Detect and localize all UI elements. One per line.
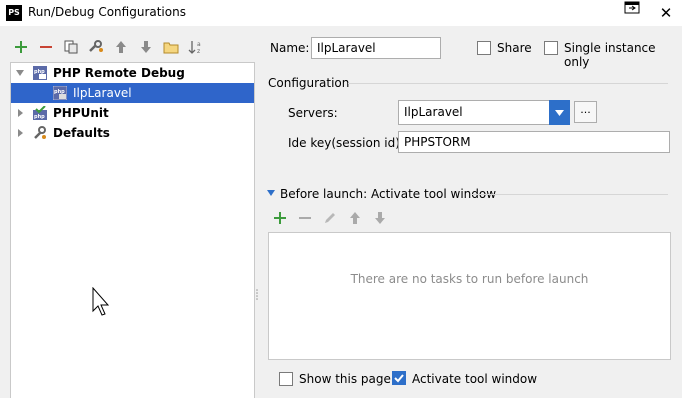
- browse-servers-button[interactable]: ...: [574, 101, 597, 123]
- share-label: Share: [497, 41, 532, 55]
- arrow-up-icon: [116, 41, 126, 53]
- chevron-down-icon: [555, 110, 564, 116]
- name-label: Name:: [270, 41, 310, 55]
- tree-item-label: Defaults: [53, 126, 110, 140]
- checkmark-icon: [394, 374, 404, 383]
- ide-key-label: Ide key(session id):: [288, 136, 404, 150]
- configurations-tree[interactable]: php PHP Remote Debug php IlpLaravel php …: [10, 62, 255, 398]
- minus-icon: [299, 217, 311, 219]
- pencil-icon: [325, 213, 335, 223]
- phpstorm-logo-icon: PS: [6, 5, 22, 21]
- remove-configuration-button[interactable]: [37, 38, 55, 56]
- before-launch-separator: [472, 194, 668, 195]
- phpunit-icon: php: [33, 106, 47, 120]
- wrench-icon: [89, 40, 103, 52]
- servers-label: Servers:: [288, 106, 338, 120]
- name-field[interactable]: IlpLaravel: [311, 37, 441, 59]
- svg-text:z: z: [197, 48, 200, 55]
- chevron-right-icon[interactable]: [15, 103, 25, 123]
- php-config-icon: php: [53, 86, 67, 100]
- copy-configuration-button[interactable]: [62, 38, 80, 56]
- move-into-folder-button[interactable]: [162, 38, 180, 56]
- before-launch-header[interactable]: Before launch: Activate tool window: [280, 187, 496, 201]
- empty-tasks-text: There are no tasks to run before launch: [350, 272, 589, 286]
- arrow-down-icon: [375, 212, 385, 224]
- share-checkbox[interactable]: [477, 41, 491, 55]
- plus-icon: [274, 212, 286, 224]
- sort-button[interactable]: a z: [187, 38, 205, 56]
- tree-item-label: IlpLaravel: [73, 86, 132, 100]
- chevron-right-icon[interactable]: [15, 123, 25, 143]
- single-instance-label: Single instance only: [564, 41, 656, 69]
- mouse-cursor-icon: [92, 287, 110, 316]
- wrench-icon: [34, 126, 46, 139]
- chevron-down-icon[interactable]: [15, 63, 25, 83]
- arrow-up-icon: [350, 212, 360, 224]
- collapse-triangle-icon[interactable]: [267, 189, 275, 197]
- restore-icon: [624, 1, 640, 14]
- tree-item-ilplaravel[interactable]: php IlpLaravel: [11, 83, 254, 103]
- add-configuration-button[interactable]: [12, 38, 30, 56]
- close-button[interactable]: ✕: [652, 0, 680, 26]
- restore-button[interactable]: [617, 0, 647, 18]
- configuration-header: Configuration: [268, 76, 350, 90]
- tree-item-label: PHPUnit: [53, 106, 109, 120]
- show-this-page-label: Show this page: [299, 372, 391, 386]
- arrow-down-icon: [141, 41, 151, 53]
- close-icon: ✕: [659, 4, 673, 22]
- tree-item-phpunit[interactable]: php PHPUnit: [11, 103, 254, 123]
- tree-item-php-remote-debug[interactable]: php PHP Remote Debug: [11, 63, 254, 83]
- servers-selected-value: IlpLaravel: [404, 105, 463, 119]
- move-up-button[interactable]: [112, 38, 130, 56]
- servers-dropdown[interactable]: IlpLaravel: [398, 100, 570, 125]
- folder-icon: [163, 42, 179, 54]
- single-instance-checkbox[interactable]: [544, 41, 558, 55]
- sort-alphabetically-icon: a z: [188, 41, 201, 55]
- tree-item-label: PHP Remote Debug: [53, 66, 185, 80]
- move-down-button[interactable]: [137, 38, 155, 56]
- minus-icon: [40, 46, 52, 48]
- edit-task-button[interactable]: [322, 210, 338, 226]
- tree-item-defaults[interactable]: Defaults: [11, 123, 254, 143]
- ide-key-field[interactable]: PHPSTORM: [398, 131, 670, 153]
- show-this-page-checkbox[interactable]: [279, 372, 293, 386]
- svg-text:php: php: [34, 114, 45, 120]
- before-launch-task-list[interactable]: There are no tasks to run before launch: [268, 232, 671, 360]
- configuration-separator: [348, 83, 668, 84]
- remove-task-button[interactable]: [297, 210, 313, 226]
- window-title: Run/Debug Configurations: [28, 5, 186, 19]
- php-debug-icon: php: [33, 66, 47, 80]
- activate-tool-window-checkbox[interactable]: [392, 371, 406, 385]
- edit-defaults-button[interactable]: [87, 38, 105, 56]
- activate-tool-window-label: Activate tool window: [412, 372, 538, 386]
- move-task-up-button[interactable]: [347, 210, 363, 226]
- copy-icon: [64, 40, 78, 54]
- svg-text:a: a: [197, 41, 201, 48]
- splitter-grip-icon[interactable]: [255, 288, 260, 302]
- servers-dropdown-button[interactable]: [549, 100, 570, 125]
- add-task-button[interactable]: [272, 210, 288, 226]
- move-task-down-button[interactable]: [372, 210, 388, 226]
- plus-icon: [15, 41, 27, 53]
